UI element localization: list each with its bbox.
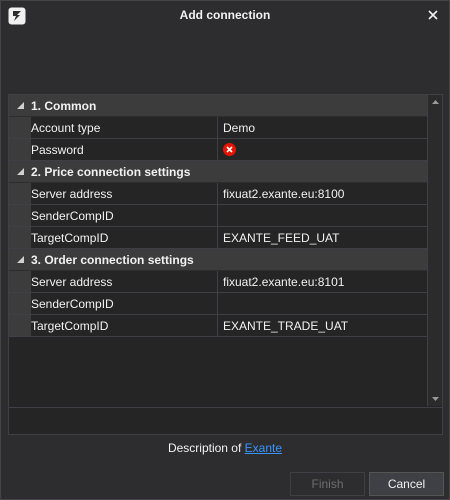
category-label: 2. Price connection settings	[31, 164, 191, 179]
property-row-account-type[interactable]: Account type Demo	[9, 117, 427, 139]
property-row-password[interactable]: Password	[9, 139, 427, 161]
close-button[interactable]	[421, 4, 445, 26]
scroll-down-icon[interactable]	[428, 392, 443, 406]
property-row-order-server-address[interactable]: Server address fixuat2.exante.eu:8101	[9, 271, 427, 293]
close-icon	[428, 10, 438, 20]
description-line: Description of Exante	[1, 441, 449, 455]
property-row-price-server-address[interactable]: Server address fixuat2.exante.eu:8100	[9, 183, 427, 205]
property-name: TargetCompID	[31, 315, 218, 336]
error-icon	[223, 143, 236, 156]
triangle-collapse-icon[interactable]	[9, 102, 31, 109]
account-type-value[interactable]: Demo	[218, 117, 427, 138]
cancel-button[interactable]: Cancel	[369, 472, 444, 496]
property-row-price-targetcompid[interactable]: TargetCompID EXANTE_FEED_UAT	[9, 227, 427, 249]
property-name: Server address	[31, 183, 218, 204]
property-name: Server address	[31, 271, 218, 292]
title-bar: Add connection	[1, 1, 449, 31]
finish-button[interactable]: Finish	[290, 472, 365, 496]
property-name: SenderCompID	[31, 205, 218, 226]
description-prefix: Description of	[167, 441, 242, 455]
order-server-address-value[interactable]: fixuat2.exante.eu:8101	[218, 271, 427, 292]
property-name: TargetCompID	[31, 227, 218, 248]
order-sendercompid-value[interactable]	[218, 293, 427, 314]
order-targetcompid-value[interactable]: EXANTE_TRADE_UAT	[218, 315, 427, 336]
property-name: Password	[31, 139, 218, 160]
price-sendercompid-value[interactable]	[218, 205, 427, 226]
category-label: 1. Common	[31, 98, 97, 113]
triangle-collapse-icon[interactable]	[9, 168, 31, 175]
category-price-connection[interactable]: 2. Price connection settings	[9, 161, 427, 183]
category-order-connection[interactable]: 3. Order connection settings	[9, 249, 427, 271]
password-value[interactable]	[218, 139, 427, 160]
property-row-price-sendercompid[interactable]: SenderCompID	[9, 205, 427, 227]
add-connection-dialog: Add connection 1. Common Account type De…	[0, 0, 450, 500]
price-targetcompid-value[interactable]: EXANTE_FEED_UAT	[218, 227, 427, 248]
property-row-order-targetcompid[interactable]: TargetCompID EXANTE_TRADE_UAT	[9, 315, 427, 337]
price-server-address-value[interactable]: fixuat2.exante.eu:8100	[218, 183, 427, 204]
category-common[interactable]: 1. Common	[9, 95, 427, 117]
property-grid: 1. Common Account type Demo Password 2. …	[8, 94, 443, 435]
property-row-order-sendercompid[interactable]: SenderCompID	[9, 293, 427, 315]
property-name: Account type	[31, 117, 218, 138]
exante-link[interactable]: Exante	[245, 441, 282, 455]
dialog-title: Add connection	[179, 8, 271, 22]
scroll-up-icon[interactable]	[428, 95, 443, 109]
vertical-scrollbar[interactable]	[427, 95, 442, 406]
triangle-collapse-icon[interactable]	[9, 256, 31, 263]
property-name: SenderCompID	[31, 293, 218, 314]
property-description-area	[9, 407, 442, 434]
category-label: 3. Order connection settings	[31, 252, 194, 267]
